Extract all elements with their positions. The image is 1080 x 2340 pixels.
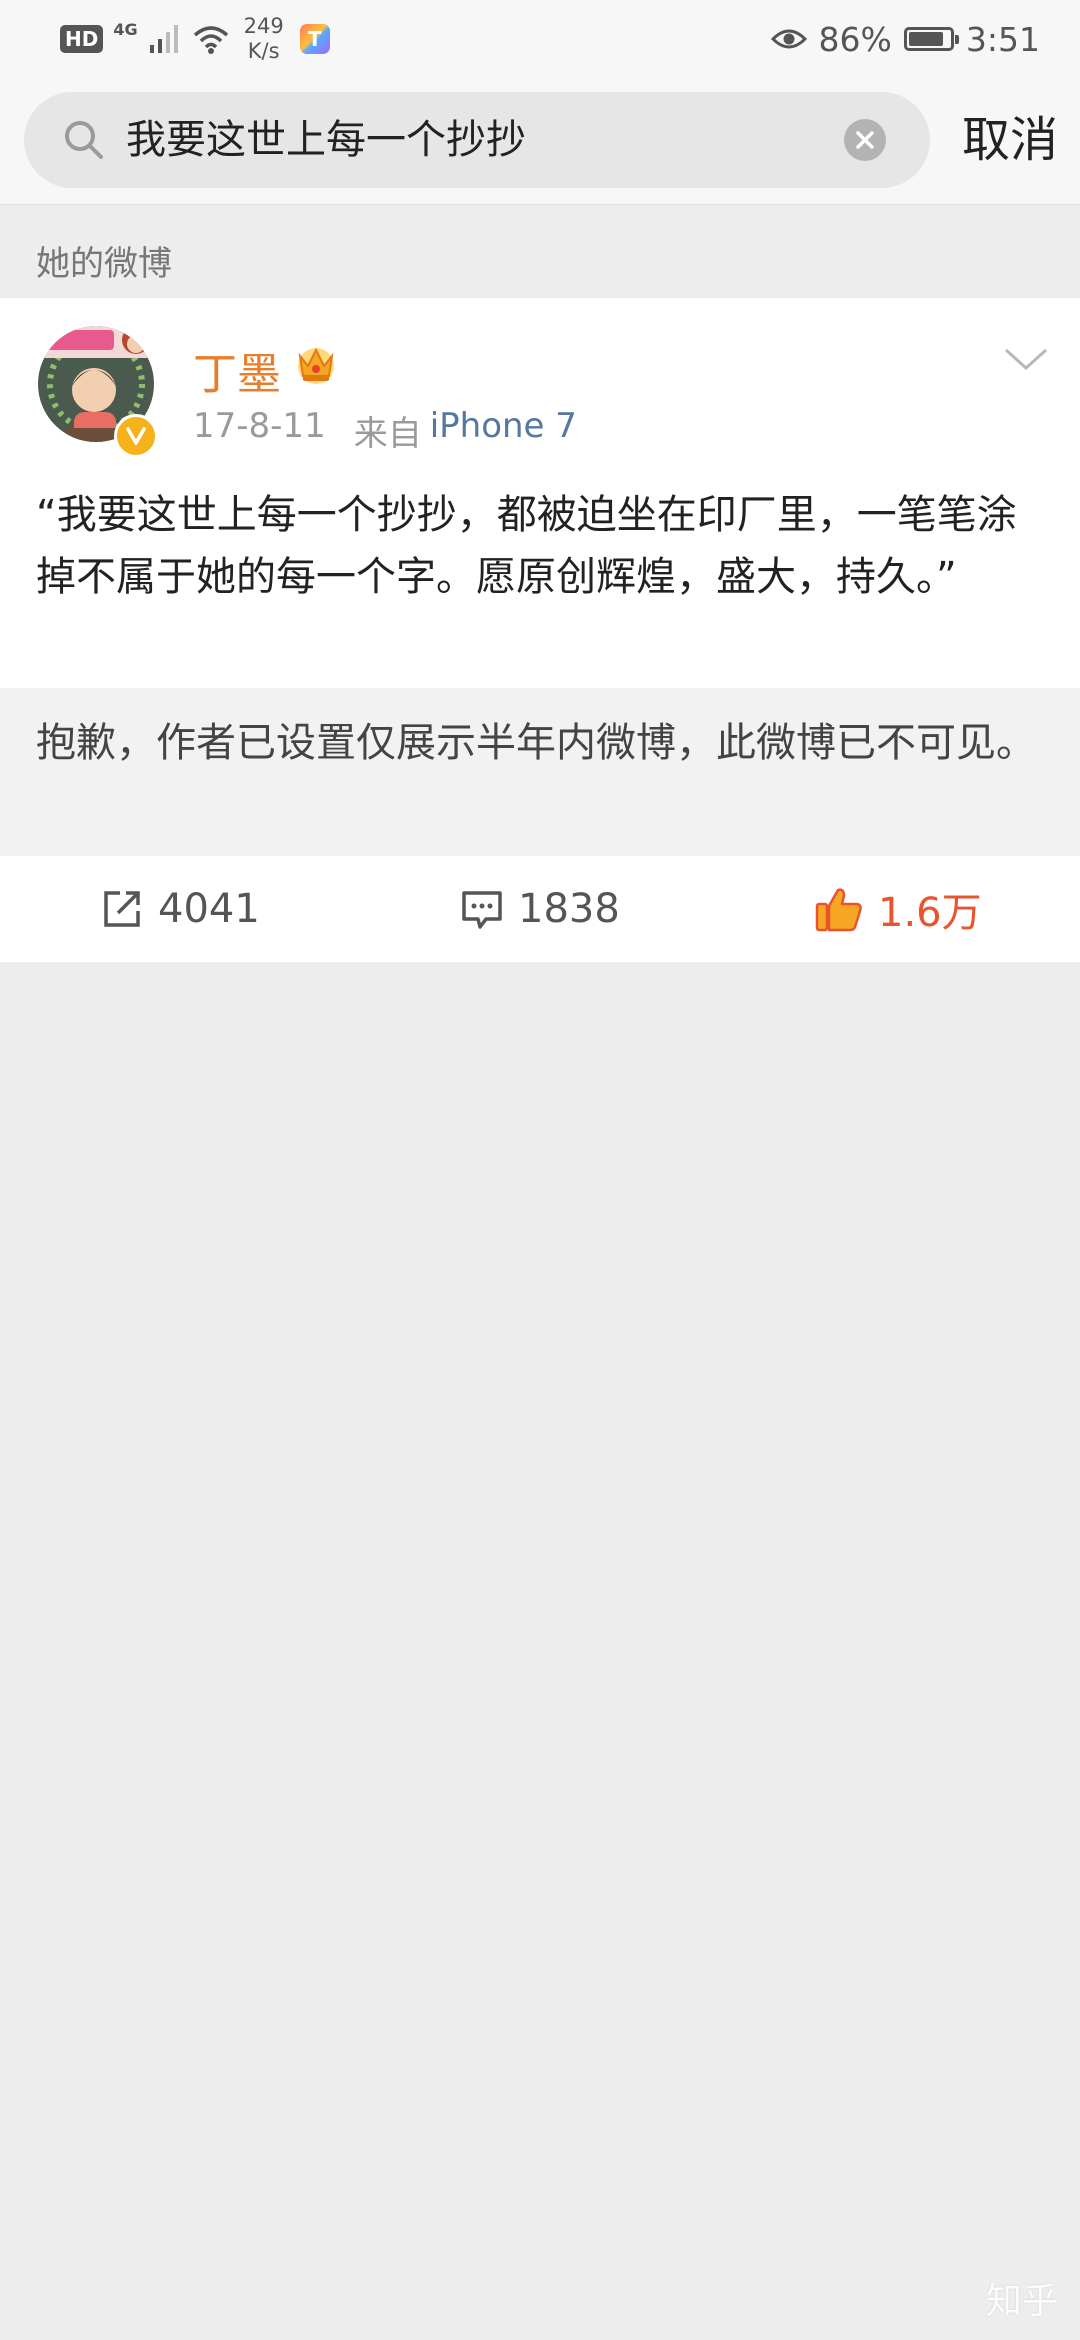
- like-button[interactable]: 1.6万: [814, 856, 982, 962]
- post-card[interactable]: 丁墨 17-8-11 来自 iPhone 7 “我要这世上每一个抄抄，都被迫坐在…: [0, 298, 1080, 688]
- signal-icon: [149, 25, 178, 53]
- status-right: 86% 3:51: [770, 14, 1040, 64]
- search-header: 取消: [0, 78, 1080, 205]
- hd-badge: HD: [60, 25, 104, 53]
- network-speed: 249 K/s: [244, 14, 284, 64]
- eye-icon: [770, 29, 807, 49]
- post-date: 17-8-11: [193, 406, 326, 446]
- close-icon: [856, 131, 874, 149]
- network-type: 4G: [113, 19, 138, 39]
- battery-percent: 86%: [818, 19, 892, 59]
- comment-icon: [462, 891, 502, 929]
- verified-icon: [126, 427, 146, 445]
- crown-icon[interactable]: [292, 342, 340, 386]
- repost-button[interactable]: 4041: [100, 856, 260, 962]
- wifi-icon: [193, 26, 228, 54]
- status-left: HD 4G 249 K/s T: [60, 14, 330, 64]
- battery-level: [908, 32, 944, 46]
- repost-icon: [104, 891, 140, 927]
- post-device[interactable]: iPhone 7: [430, 406, 577, 455]
- section-label: 她的微博: [36, 244, 172, 284]
- thumbs-up-icon: [815, 888, 862, 932]
- speed-value: 249: [243, 14, 284, 38]
- verified-badge: [114, 414, 158, 458]
- author-name[interactable]: 丁墨: [193, 338, 281, 402]
- repost-count: 4041: [158, 886, 260, 932]
- action-bar: 4041 1838 1.6万: [0, 856, 1080, 962]
- retweet-notice: 抱歉，作者已设置仅展示半年内微博，此微博已不可见。: [36, 720, 1036, 766]
- search-input[interactable]: [126, 92, 806, 188]
- post-text: “我要这世上每一个抄抄，都被迫坐在印厂里，一笔笔涂掉不属于她的每一个字。愿原创辉…: [36, 492, 1017, 600]
- speed-unit: K/s: [247, 39, 280, 63]
- cancel-button[interactable]: 取消: [950, 92, 1070, 188]
- comment-button[interactable]: 1838: [460, 856, 620, 962]
- post-meta: 17-8-11 来自 iPhone 7: [193, 406, 577, 455]
- battery-icon: [903, 27, 959, 51]
- chevron-down-icon[interactable]: [1002, 344, 1050, 374]
- post-source-prefix: 来自: [353, 414, 422, 454]
- status-bar: HD 4G 249 K/s T 86% 3:51: [0, 0, 1080, 78]
- clear-search-button[interactable]: [844, 119, 886, 161]
- watermark: 知乎: [985, 2281, 1058, 2322]
- search-box[interactable]: [24, 92, 930, 188]
- app-notification-icon: T: [299, 24, 330, 54]
- clock: 3:51: [965, 19, 1040, 59]
- retweet-area[interactable]: 抱歉，作者已设置仅展示半年内微博，此微博已不可见。: [0, 688, 1080, 856]
- comment-count: 1838: [518, 886, 620, 932]
- search-icon: [65, 121, 103, 159]
- like-count: 1.6万: [878, 890, 982, 936]
